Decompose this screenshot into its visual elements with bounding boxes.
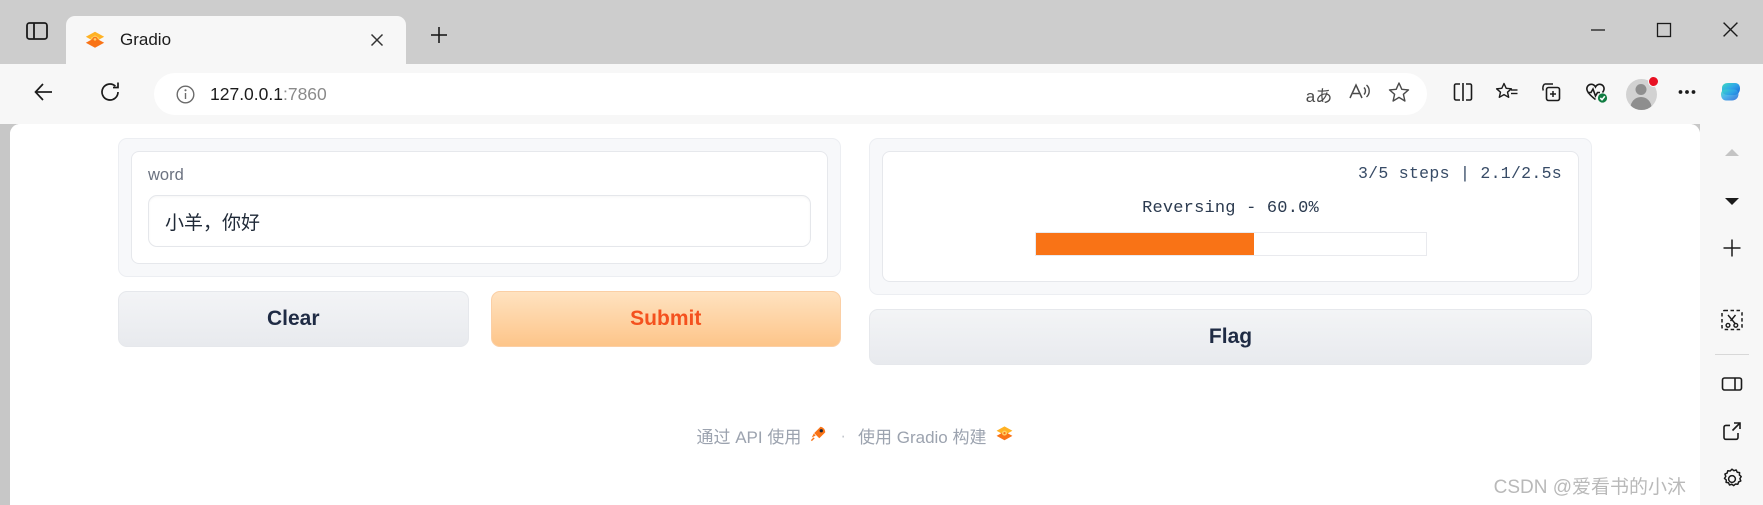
reload-button[interactable] bbox=[88, 72, 132, 116]
sidebar-add-tool[interactable] bbox=[1710, 227, 1754, 274]
rocket-icon bbox=[809, 424, 828, 448]
sidebar-split-pane[interactable] bbox=[1710, 363, 1754, 410]
progress-status-container: 3/5 steps | 2.1/2.5s Reversing - 60.0% bbox=[882, 151, 1579, 282]
page-content-area: word Clear Submit 3/5 steps | 2.1/2.5s bbox=[10, 124, 1700, 505]
window-controls bbox=[1565, 0, 1763, 64]
ellipsis-icon bbox=[1675, 80, 1699, 109]
new-tab-button[interactable] bbox=[418, 16, 460, 58]
maximize-icon bbox=[1656, 22, 1672, 43]
sidebar-scroll-up[interactable] bbox=[1710, 132, 1754, 179]
url-port: :7860 bbox=[282, 83, 327, 104]
sidebar-scroll-down[interactable] bbox=[1710, 179, 1754, 226]
tab-search-button[interactable] bbox=[12, 12, 62, 54]
maximize-button[interactable] bbox=[1631, 0, 1697, 64]
plus-icon bbox=[1720, 236, 1744, 265]
progress-label: Reversing - 60.0% bbox=[1142, 199, 1319, 218]
read-aloud-button[interactable] bbox=[1339, 72, 1379, 116]
chevron-down-icon bbox=[1722, 191, 1742, 216]
omnibox-actions: aあ bbox=[1299, 72, 1419, 116]
external-link-icon bbox=[1720, 419, 1744, 448]
close-window-button[interactable] bbox=[1697, 0, 1763, 64]
avatar-notification-dot bbox=[1648, 76, 1659, 87]
use-via-api-link[interactable]: 通过 API 使用 bbox=[696, 423, 801, 448]
star-icon bbox=[1387, 80, 1411, 109]
favorites-button[interactable] bbox=[1485, 72, 1529, 116]
browser-toolbar: 127.0.0.1:7860 aあ bbox=[0, 64, 1763, 124]
tab-title: Gradio bbox=[120, 30, 172, 49]
gradio-input-column: word Clear Submit bbox=[118, 138, 841, 365]
reload-icon bbox=[98, 80, 122, 109]
add-favorite-button[interactable] bbox=[1379, 72, 1419, 116]
textbox-label: word bbox=[148, 166, 184, 184]
split-pane-icon bbox=[1720, 372, 1744, 401]
url-host: 127.0.0.1 bbox=[210, 83, 283, 104]
flag-button[interactable]: Flag bbox=[869, 309, 1592, 365]
collections-icon bbox=[1539, 80, 1563, 109]
back-button[interactable] bbox=[22, 72, 66, 116]
footer-separator: · bbox=[840, 425, 847, 445]
tab-close-button[interactable] bbox=[362, 25, 392, 55]
gear-icon bbox=[1719, 466, 1745, 497]
favorites-list-icon bbox=[1495, 80, 1519, 109]
progress-bar-track bbox=[1034, 232, 1427, 256]
browser-tab-gradio[interactable]: Gradio bbox=[66, 16, 406, 64]
sidebar-open-external[interactable] bbox=[1710, 410, 1754, 457]
word-input[interactable] bbox=[148, 195, 811, 247]
gradio-logo-icon bbox=[84, 29, 106, 51]
clear-button[interactable]: Clear bbox=[118, 291, 469, 347]
input-form-block: word bbox=[118, 138, 841, 277]
translate-button[interactable]: aあ bbox=[1299, 72, 1339, 116]
copilot-button[interactable] bbox=[1709, 72, 1753, 116]
minimize-icon bbox=[1590, 22, 1606, 43]
address-bar[interactable]: 127.0.0.1:7860 aあ bbox=[154, 73, 1427, 115]
close-icon bbox=[1722, 21, 1739, 43]
sidebar-divider bbox=[1714, 353, 1749, 355]
sidebar-settings[interactable] bbox=[1710, 458, 1754, 505]
tab-strip: Gradio bbox=[0, 0, 1763, 64]
submit-button[interactable]: Submit bbox=[490, 291, 841, 347]
info-circle-icon[interactable] bbox=[170, 79, 200, 109]
output-button-row: Flag bbox=[869, 309, 1592, 365]
screenshot-scissors-icon bbox=[1719, 307, 1745, 338]
progress-steps-text: 3/5 steps | 2.1/2.5s bbox=[1357, 164, 1562, 183]
toolbar-right-actions bbox=[1441, 72, 1763, 116]
split-screen-icon bbox=[1451, 80, 1475, 109]
minimize-button[interactable] bbox=[1565, 0, 1631, 64]
chevron-up-icon bbox=[1722, 143, 1742, 168]
browser-window: Gradio 127.0.0.1:7860 aあ word 小羊，你好 Clea… bbox=[0, 0, 1763, 505]
translate-icon: aあ bbox=[1305, 86, 1333, 106]
profile-avatar[interactable] bbox=[1617, 72, 1665, 116]
gradio-app: word Clear Submit 3/5 steps | 2.1/2.5s bbox=[10, 124, 1700, 505]
edge-sidebar bbox=[1700, 124, 1763, 505]
browser-essentials-button[interactable] bbox=[1573, 72, 1617, 116]
built-with-gradio-link[interactable]: 使用 Gradio 构建 bbox=[858, 423, 986, 448]
tab-search-icon bbox=[24, 18, 50, 49]
collections-button[interactable] bbox=[1529, 72, 1573, 116]
gradio-footer: 通过 API 使用 · 使用 Gradio 构建 bbox=[10, 423, 1700, 448]
gradio-logo-icon bbox=[995, 424, 1014, 448]
back-arrow-icon bbox=[32, 80, 56, 109]
browser-essentials-icon bbox=[1583, 79, 1608, 109]
textbox-container: word bbox=[131, 151, 828, 264]
split-screen-button[interactable] bbox=[1441, 72, 1485, 116]
output-block: 3/5 steps | 2.1/2.5s Reversing - 60.0% bbox=[869, 138, 1592, 295]
address-bar-url[interactable]: 127.0.0.1:7860 bbox=[210, 84, 1299, 105]
gradio-output-column: 3/5 steps | 2.1/2.5s Reversing - 60.0% F… bbox=[869, 138, 1592, 365]
gradio-row: word Clear Submit 3/5 steps | 2.1/2.5s bbox=[10, 124, 1700, 365]
copilot-icon bbox=[1716, 77, 1746, 112]
plus-icon bbox=[428, 24, 450, 51]
input-button-row: Clear Submit bbox=[118, 291, 841, 347]
sidebar-screenshot[interactable] bbox=[1710, 298, 1754, 345]
settings-and-more-button[interactable] bbox=[1665, 72, 1709, 116]
read-aloud-icon bbox=[1347, 80, 1371, 109]
progress-bar-fill bbox=[1035, 233, 1254, 255]
watermark-text: CSDN @爱看书的小沐 bbox=[1493, 477, 1686, 498]
